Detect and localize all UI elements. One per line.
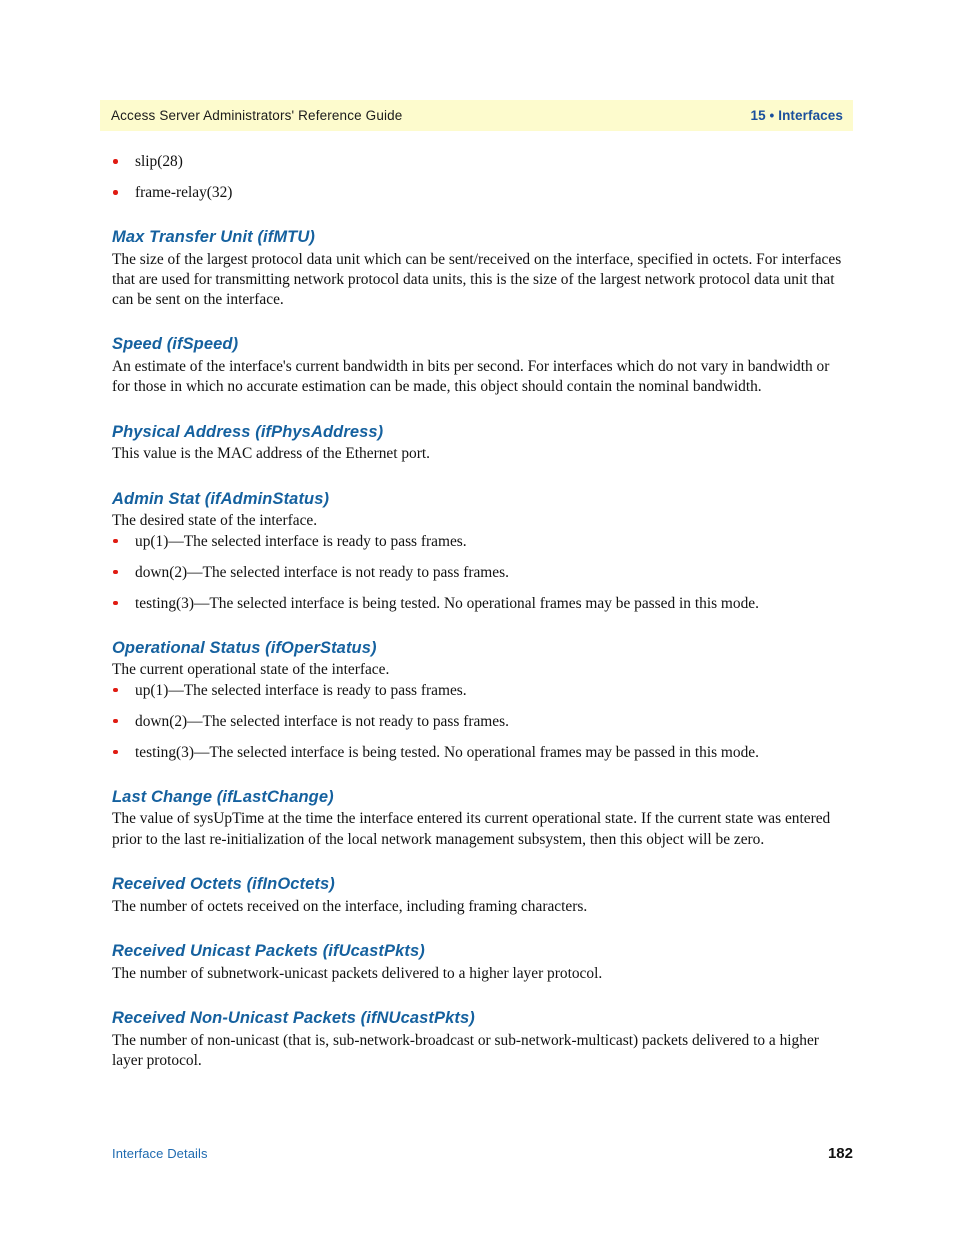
list-item: testing(3)—The selected interface is bei… [112, 743, 847, 763]
list-item: frame-relay(32) [112, 183, 847, 203]
header-chapter-title: 15 • Interfaces [750, 108, 843, 123]
section-heading: Received Non-Unicast Packets (ifNUcastPk… [112, 1008, 475, 1027]
section-body: The number of subnetwork-unicast packets… [112, 964, 603, 982]
bullet-dot-icon [113, 687, 118, 693]
section-heading: Received Unicast Packets (ifUcastPkts) [112, 941, 425, 960]
list-item-label: up(1)—The selected interface is ready to… [135, 681, 467, 699]
section-ifinoctets: Received Octets (ifInOctets) The number … [112, 875, 847, 917]
list-item-label: up(1)—The selected interface is ready to… [135, 532, 467, 550]
section-heading: Admin Stat (ifAdminStatus) [112, 489, 330, 508]
bullet-dot-icon [113, 718, 118, 724]
admin-status-value-list: up(1)—The selected interface is ready to… [112, 532, 847, 614]
section-heading: Physical Address (ifPhysAddress) [112, 422, 384, 441]
section-ifoperstatus: Operational Status (ifOperStatus) The cu… [112, 639, 847, 763]
header-guide-title: Access Server Administrators' Reference … [111, 108, 403, 123]
section-body: The size of the largest protocol data un… [112, 250, 842, 309]
section-body: The value of sysUpTime at the time the i… [112, 810, 831, 848]
page-footer: Interface Details 182 [112, 1145, 853, 1162]
list-item: down(2)—The selected interface is not re… [112, 712, 847, 732]
section-ifadminstatus: Admin Stat (ifAdminStatus) The desired s… [112, 490, 847, 614]
bullet-dot-icon [113, 538, 118, 544]
list-item: slip(28) [112, 152, 847, 172]
list-item-label: slip(28) [135, 153, 183, 170]
page-number: 182 [827, 1145, 853, 1162]
list-item-label: down(2)—The selected interface is not re… [135, 563, 509, 581]
list-item-label: testing(3)—The selected interface is bei… [135, 743, 759, 761]
section-heading: Max Transfer Unit (ifMTU) [112, 228, 315, 246]
section-iflastchange: Last Change (ifLastChange) The value of … [112, 788, 847, 850]
list-item-label: testing(3)—The selected interface is bei… [135, 594, 759, 612]
section-ifphysaddress: Physical Address (ifPhysAddress) This va… [112, 423, 847, 465]
section-ifmtu: Max Transfer Unit (ifMTU) The size of th… [112, 228, 847, 310]
section-body: The number of non-unicast (that is, sub-… [112, 1031, 819, 1069]
enum-value-list-top: slip(28) frame-relay(32) [112, 152, 847, 203]
footer-section-label: Interface Details [112, 1146, 208, 1161]
list-item-label: frame-relay(32) [135, 184, 233, 201]
oper-status-value-list: up(1)—The selected interface is ready to… [112, 681, 847, 763]
list-item-label: down(2)—The selected interface is not re… [135, 712, 509, 730]
section-body: The desired state of the interface. [112, 512, 318, 530]
bullet-dot-icon [113, 749, 118, 755]
section-heading: Speed (ifSpeed) [112, 335, 239, 354]
bullet-dot-icon [113, 569, 118, 575]
list-item: up(1)—The selected interface is ready to… [112, 532, 847, 552]
list-item: testing(3)—The selected interface is bei… [112, 594, 847, 614]
list-item: up(1)—The selected interface is ready to… [112, 681, 847, 701]
section-body: An estimate of the interface's current b… [112, 358, 830, 396]
page-content: slip(28) frame-relay(32) Max Transfer Un… [112, 152, 847, 1071]
section-ifspeed: Speed (ifSpeed) An estimate of the inter… [112, 335, 847, 397]
section-ifucastpkts: Received Unicast Packets (ifUcastPkts) T… [112, 942, 847, 984]
section-heading: Operational Status (ifOperStatus) [112, 638, 377, 657]
bullet-dot-icon [113, 600, 118, 606]
section-heading: Last Change (ifLastChange) [112, 787, 334, 806]
section-ifnucastpkts: Received Non-Unicast Packets (ifNUcastPk… [112, 1009, 847, 1071]
bullet-dot-icon [113, 159, 118, 164]
document-page: Access Server Administrators' Reference … [0, 0, 954, 1235]
section-body: The number of octets received on the int… [112, 897, 588, 915]
list-item: down(2)—The selected interface is not re… [112, 563, 847, 583]
section-body: This value is the MAC address of the Eth… [112, 445, 431, 463]
section-body: The current operational state of the int… [112, 661, 390, 679]
section-heading: Received Octets (ifInOctets) [112, 874, 335, 893]
page-header: Access Server Administrators' Reference … [100, 100, 853, 131]
bullet-dot-icon [113, 190, 118, 195]
